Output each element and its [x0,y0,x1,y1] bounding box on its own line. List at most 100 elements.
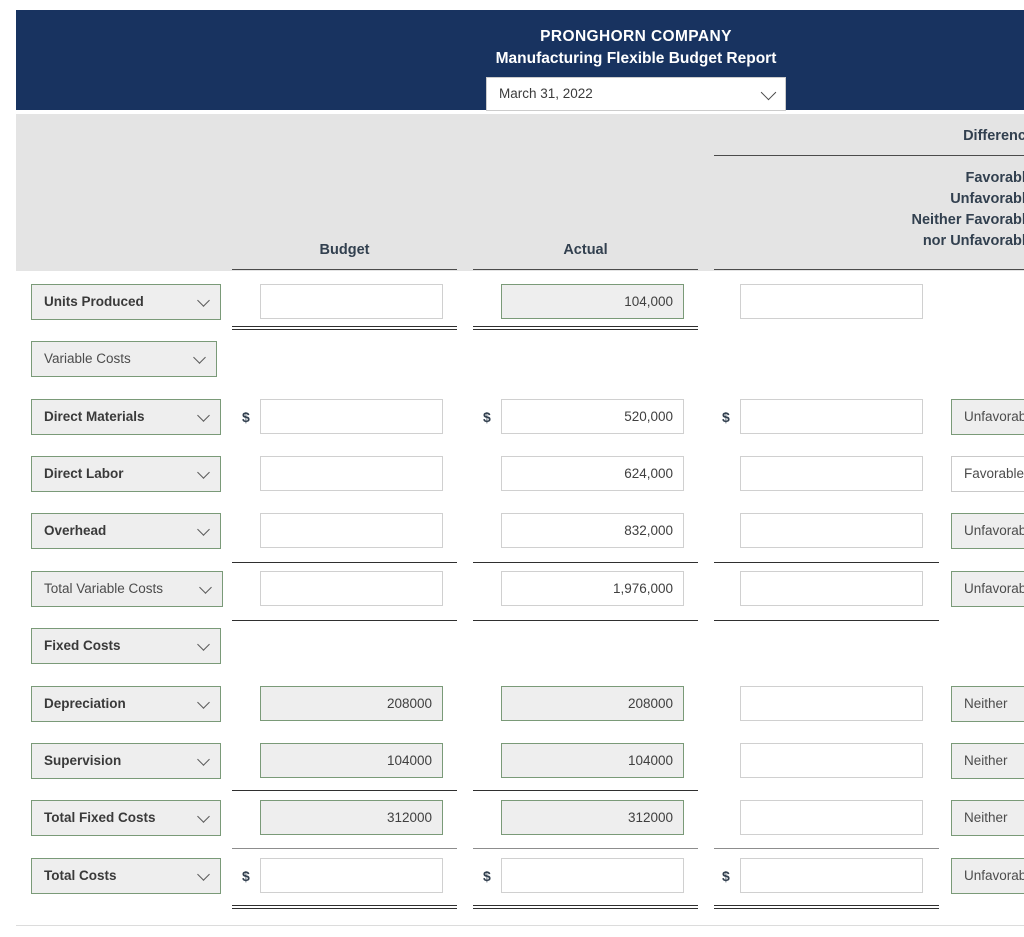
chevron-down-icon [197,638,210,651]
units-produced-actual-double-rule [473,326,698,330]
actual-input-direct-materials[interactable]: 520,000 [501,399,684,434]
input-value: 208000 [627,696,673,711]
status-select-value: Neither [964,753,1008,768]
total-costs-difference-double-rule [714,905,939,909]
row-label-text: Total Fixed Costs [44,810,156,825]
status-select-supervision[interactable]: Neither [951,743,1024,779]
row-label-select-total-fixed-costs[interactable]: Total Fixed Costs [31,800,221,836]
status-select-value: Favorable [964,466,1024,481]
input-value: 312000 [627,810,673,825]
chevron-down-icon [197,810,210,823]
status-select-total-fixed-costs[interactable]: Neither [951,800,1024,836]
report-header: PRONGHORN COMPANY Manufacturing Flexible… [16,10,1024,111]
row-label-select-direct-labor[interactable]: Direct Labor [31,456,221,492]
chevron-down-icon [193,351,206,364]
total-fixed-actual-rule [473,848,698,849]
actual-input-total-fixed-costs[interactable]: 312000 [501,800,684,835]
actual-input-depreciation[interactable]: 208000 [501,686,684,721]
status-select-direct-materials[interactable]: Unfavorable [951,399,1024,435]
status-select-value: Unfavorable [964,868,1024,883]
budget-input-direct-materials[interactable] [260,399,443,434]
currency-symbol: $ [483,409,491,425]
input-value: 104,000 [624,294,673,309]
input-value: 520,000 [624,409,673,424]
report-title: Manufacturing Flexible Budget Report [495,50,777,67]
row-label-select-total-costs[interactable]: Total Costs [31,858,221,894]
row-label-select-variable-costs[interactable]: Variable Costs [31,341,217,377]
difference-input-overhead[interactable] [740,513,923,548]
difference-note: Favorable Unfavorable Neither Favorable … [714,168,1024,252]
variable-subtotal-actual-rule [473,562,698,563]
row-label-text: Direct Labor [44,466,124,481]
actual-input-total-variable-costs[interactable]: 1,976,000 [501,571,684,606]
difference-input-depreciation[interactable] [740,686,923,721]
row-label-text: Depreciation [44,696,126,711]
input-value: 312000 [386,810,432,825]
status-select-total-costs[interactable]: Unfavorable [951,858,1024,894]
row-label-select-direct-materials[interactable]: Direct Materials [31,399,221,435]
total-fixed-budget-rule [232,848,457,849]
difference-input-total-fixed-costs[interactable] [740,800,923,835]
currency-symbol: $ [242,868,250,884]
status-select-direct-labor[interactable]: Favorable [951,456,1024,492]
difference-input-units-produced[interactable] [740,284,923,319]
difference-input-direct-materials[interactable] [740,399,923,434]
budget-input-total-fixed-costs[interactable]: 312000 [260,800,443,835]
row-label-text: Variable Costs [44,351,131,366]
units-produced-budget-double-rule [232,326,457,330]
budget-input-depreciation[interactable]: 208000 [260,686,443,721]
row-label-select-depreciation[interactable]: Depreciation [31,686,221,722]
currency-symbol: $ [722,868,730,884]
row-label-select-overhead[interactable]: Overhead [31,513,221,549]
input-value: 832,000 [624,523,673,538]
budget-input-total-costs[interactable] [260,858,443,893]
difference-column-rule [714,269,1024,270]
row-label-select-fixed-costs[interactable]: Fixed Costs [31,628,221,664]
currency-symbol: $ [722,409,730,425]
actual-input-total-costs[interactable] [501,858,684,893]
status-select-value: Unfavorable [964,581,1024,596]
status-select-depreciation[interactable]: Neither [951,686,1024,722]
status-select-overhead[interactable]: Unfavorable [951,513,1024,549]
chevron-down-icon [197,409,210,422]
period-select[interactable]: March 31, 2022 [486,77,786,111]
budget-input-units-produced[interactable] [260,284,443,319]
chevron-down-icon [197,466,210,479]
currency-symbol: $ [242,409,250,425]
difference-input-total-costs[interactable] [740,858,923,893]
status-select-value: Neither [964,696,1008,711]
status-select-total-variable-costs[interactable]: Unfavorable [951,571,1024,607]
difference-note-line-4: nor Unfavorable [922,233,1024,249]
difference-input-supervision[interactable] [740,743,923,778]
chevron-down-icon [197,696,210,709]
difference-input-direct-labor[interactable] [740,456,923,491]
budget-input-direct-labor[interactable] [260,456,443,491]
difference-note-line-2: Unfavorable [950,191,1024,207]
budget-input-overhead[interactable] [260,513,443,548]
row-label-text: Total Costs [44,868,117,883]
column-header-budget: Budget [319,242,370,258]
budget-input-total-variable-costs[interactable] [260,571,443,606]
row-label-select-units-produced[interactable]: Units Produced [31,284,221,320]
row-label-select-supervision[interactable]: Supervision [31,743,221,779]
status-select-value: Neither [964,810,1008,825]
status-select-value: Unfavorable [964,523,1024,538]
row-label-text: Total Variable Costs [44,581,164,596]
row-label-text: Fixed Costs [44,638,121,653]
actual-input-units-produced[interactable]: 104,000 [501,284,684,319]
actual-input-supervision[interactable]: 104000 [501,743,684,778]
budget-input-supervision[interactable]: 104000 [260,743,443,778]
difference-input-total-variable-costs[interactable] [740,571,923,606]
total-variable-actual-rule [473,620,698,621]
total-fixed-difference-rule [714,848,939,849]
actual-input-overhead[interactable]: 832,000 [501,513,684,548]
budget-report-page: PRONGHORN COMPANY Manufacturing Flexible… [0,0,1024,937]
row-label-text: Supervision [44,753,122,768]
chevron-down-icon [197,523,210,536]
chevron-down-icon [197,294,210,307]
input-value: 624,000 [624,466,673,481]
row-label-select-total-variable-costs[interactable]: Total Variable Costs [31,571,223,607]
currency-symbol: $ [483,868,491,884]
actual-input-direct-labor[interactable]: 624,000 [501,456,684,491]
chevron-down-icon [760,84,777,101]
